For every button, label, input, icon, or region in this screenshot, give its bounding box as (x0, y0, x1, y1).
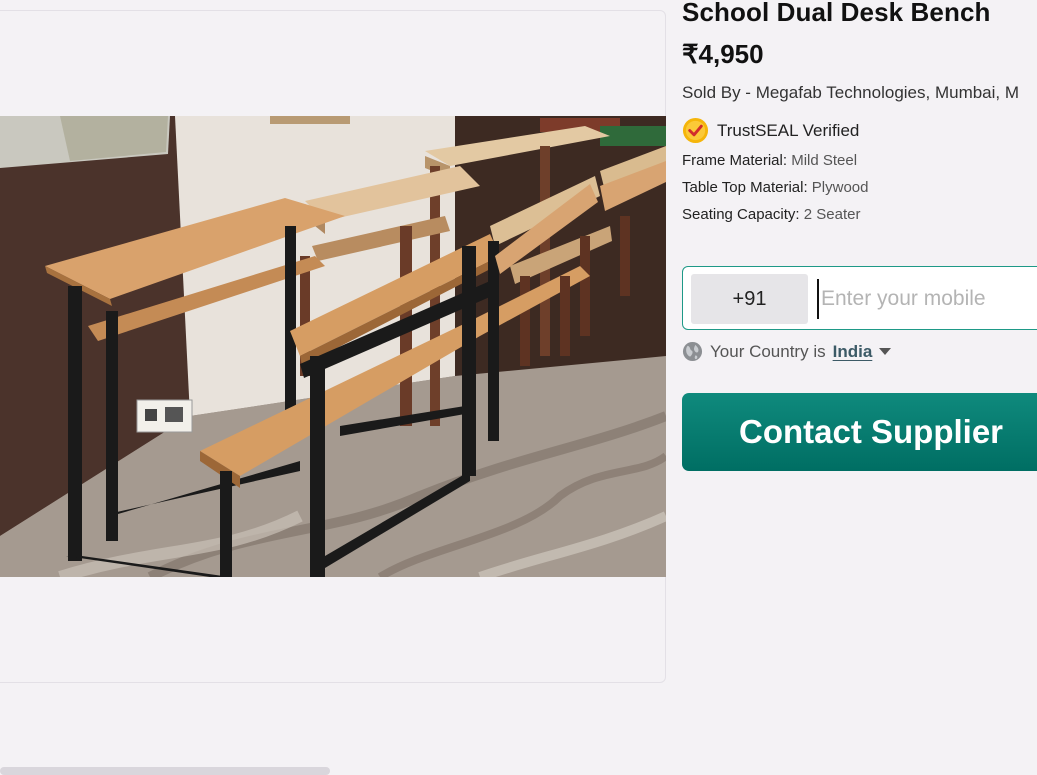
mobile-number-field: +91 (682, 266, 1037, 330)
spec-value: Plywood (811, 179, 869, 196)
spec-table-top-material: Table Top Material: Plywood (682, 179, 869, 196)
trustseal-check-icon (682, 117, 709, 144)
product-title: School Dual Desk Bench (682, 0, 991, 27)
country-prefix: Your Country is (710, 341, 826, 361)
trustseal-badge: TrustSEAL Verified (682, 117, 859, 144)
contact-supplier-button[interactable]: Contact Supplier (682, 393, 1037, 471)
spec-seating-capacity: Seating Capacity: 2 Seater (682, 206, 860, 223)
product-photo[interactable] (0, 116, 666, 577)
spec-frame-material: Frame Material: Mild Steel (682, 152, 857, 169)
country-selector: Your Country is India (682, 341, 892, 362)
spec-label: Table Top Material: (682, 179, 808, 196)
spec-value: 2 Seater (803, 206, 861, 223)
spec-value: Mild Steel (791, 152, 858, 169)
product-page: School Dual Desk Bench ₹4,950 Sold By - … (0, 0, 1037, 775)
country-name: India (832, 341, 873, 361)
product-price: ₹4,950 (682, 39, 764, 69)
spec-label: Frame Material: (682, 152, 788, 169)
mobile-input[interactable] (817, 279, 1037, 319)
horizontal-scrollbar[interactable] (0, 767, 330, 775)
country-dropdown[interactable]: India (833, 342, 892, 362)
trustseal-label: TrustSEAL Verified (717, 120, 860, 140)
country-code[interactable]: +91 (691, 274, 808, 324)
seller-info[interactable]: Sold By - Megafab Technologies, Mumbai, … (682, 83, 1019, 103)
chevron-down-icon (879, 347, 892, 355)
globe-icon (682, 341, 703, 362)
spec-label: Seating Capacity: (682, 206, 800, 223)
